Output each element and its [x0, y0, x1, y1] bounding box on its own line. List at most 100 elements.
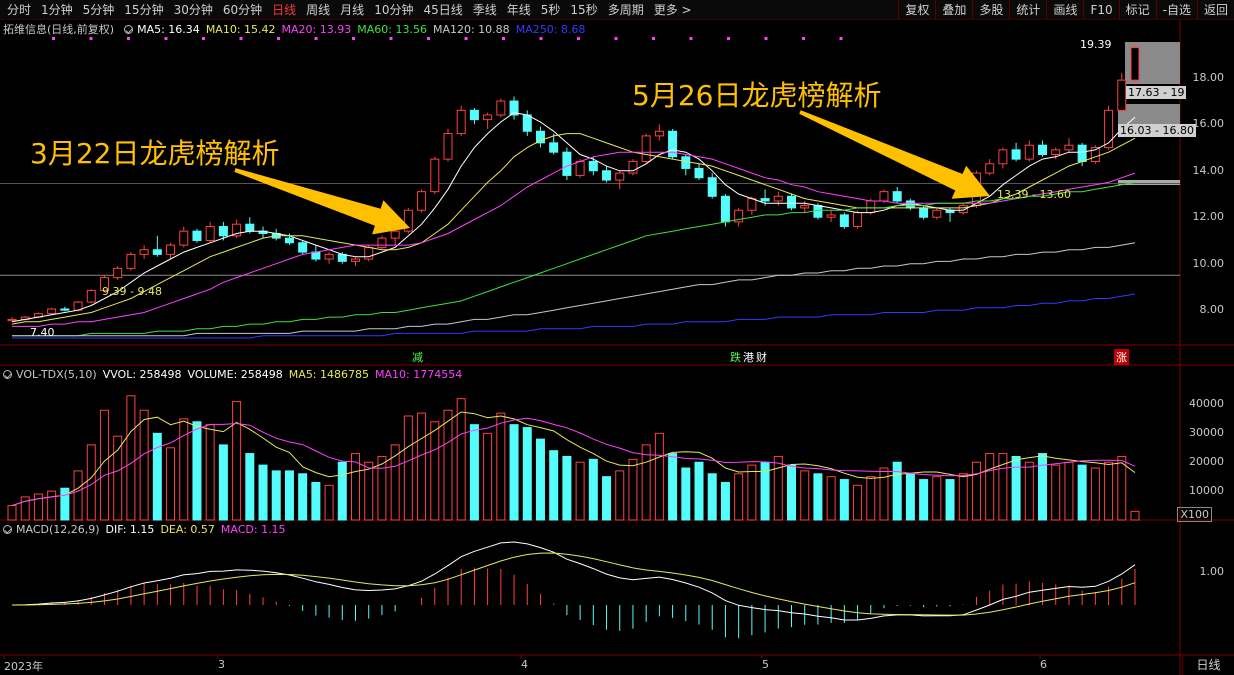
price-tick: 14.00 — [1192, 163, 1225, 177]
vvol-value: VVOL: 258498 — [102, 367, 182, 381]
event-tag-finance[interactable]: 财 — [754, 349, 769, 365]
period-tab[interactable]: 月线 — [335, 0, 369, 20]
dot-marker — [652, 37, 655, 40]
dot-marker — [127, 37, 130, 40]
candle-body — [641, 135, 651, 162]
settings-circle-icon[interactable] — [3, 369, 12, 379]
period-tab[interactable]: 30分钟 — [169, 0, 218, 20]
candle-body — [522, 114, 532, 132]
volume-bar — [60, 487, 70, 521]
volume-bar — [800, 470, 810, 521]
dea-value: DEA: 0.57 — [160, 522, 215, 536]
volume-bar — [403, 415, 413, 521]
volume-bar — [866, 476, 876, 521]
tool-button[interactable]: 多股 — [972, 0, 1009, 20]
candle-body — [390, 230, 400, 239]
candle-body — [351, 258, 361, 262]
candle-body — [707, 177, 717, 197]
candle-body — [985, 163, 995, 174]
tool-button[interactable]: 画线 — [1046, 0, 1083, 20]
volume-bar — [337, 461, 347, 521]
annotation-right: 5月26日龙虎榜解析 — [632, 79, 882, 112]
candle-body — [535, 130, 545, 144]
volume-bar — [734, 473, 744, 521]
date-tick: 3 — [218, 658, 225, 671]
candle-body — [337, 253, 347, 262]
volume-bar — [654, 432, 664, 521]
candle-body — [1077, 144, 1087, 162]
period-tab[interactable]: 季线 — [468, 0, 502, 20]
tool-button[interactable]: 返回 — [1196, 0, 1234, 20]
volume-bar — [7, 505, 17, 521]
period-tab[interactable]: 分时 — [2, 0, 36, 20]
settings-circle-icon[interactable] — [124, 24, 134, 34]
volume-unit: X100 — [1177, 507, 1212, 522]
volume-bar — [1011, 455, 1021, 521]
tool-button[interactable]: -自选 — [1155, 0, 1197, 20]
period-tab[interactable]: 15秒 — [565, 0, 602, 20]
settings-circle-icon[interactable] — [3, 524, 12, 534]
candle-body — [800, 205, 810, 209]
event-tag-rise[interactable]: 涨 — [1114, 349, 1129, 365]
volume-bar — [1104, 461, 1114, 521]
period-tab[interactable]: 5秒 — [536, 0, 566, 20]
volume-bar — [707, 473, 717, 521]
price-band — [1118, 180, 1180, 185]
dot-marker — [727, 37, 730, 40]
volume-bar — [773, 455, 783, 521]
candle-body — [839, 214, 849, 228]
volume-bar — [139, 409, 149, 521]
tool-button[interactable]: 复权 — [898, 0, 935, 20]
volume-bar — [853, 484, 863, 521]
period-tab[interactable]: 5分钟 — [78, 0, 120, 20]
volume-bar — [932, 476, 942, 521]
period-label[interactable]: 日线 — [1182, 656, 1234, 675]
volume-bar — [668, 453, 678, 521]
ma5-value: MA5: 16.34 — [137, 22, 200, 36]
period-tab[interactable]: 60分钟 — [218, 0, 267, 20]
period-tab[interactable]: 年线 — [502, 0, 536, 20]
candle-body — [747, 198, 757, 211]
volume-bar — [575, 461, 585, 521]
period-tab[interactable]: 多周期 — [603, 0, 649, 20]
period-tab[interactable]: 45日线 — [418, 0, 467, 20]
candle-body — [496, 100, 506, 116]
vol-ma5-value: MA5: 1486785 — [288, 367, 370, 381]
candle-body — [773, 195, 783, 202]
period-tab[interactable]: 周线 — [301, 0, 335, 20]
period-tab[interactable]: 1分钟 — [36, 0, 78, 20]
candle-body — [430, 158, 440, 193]
period-tab[interactable]: 日线 — [267, 0, 301, 20]
volume-bar — [113, 435, 123, 521]
candle-body — [417, 191, 427, 211]
candle-body — [905, 200, 915, 209]
dot-marker — [502, 37, 505, 40]
volume-bar — [522, 427, 532, 521]
candle-body — [654, 130, 664, 137]
tool-button[interactable]: 统计 — [1009, 0, 1046, 20]
stock-chart[interactable] — [0, 20, 1234, 675]
period-tab[interactable]: 10分钟 — [369, 0, 418, 20]
tool-button[interactable]: F10 — [1083, 0, 1118, 20]
period-tab[interactable]: 15分钟 — [119, 0, 168, 20]
volume-bar — [1117, 455, 1127, 521]
volume-bar — [919, 479, 929, 521]
candle-body — [998, 149, 1008, 165]
volume-bar — [786, 464, 796, 521]
candle-body — [853, 212, 863, 228]
volume-bar — [535, 438, 545, 521]
candle-body — [179, 230, 189, 246]
candle-body — [456, 109, 466, 135]
volume-bar — [628, 458, 638, 521]
event-tag-reduce[interactable]: 减 — [410, 349, 425, 365]
tool-button[interactable]: 叠加 — [935, 0, 972, 20]
candle-body — [7, 318, 17, 322]
volume-bar — [126, 395, 136, 521]
period-tab[interactable]: 更多 > — [649, 0, 697, 20]
dot-marker — [764, 37, 768, 40]
tool-button[interactable]: 标记 — [1118, 0, 1156, 20]
ma-line — [12, 242, 1136, 337]
price-tick: 10.00 — [1192, 256, 1225, 270]
macd-value: MACD: 1.15 — [220, 522, 286, 536]
volume-tick: 30000 — [1189, 426, 1224, 440]
